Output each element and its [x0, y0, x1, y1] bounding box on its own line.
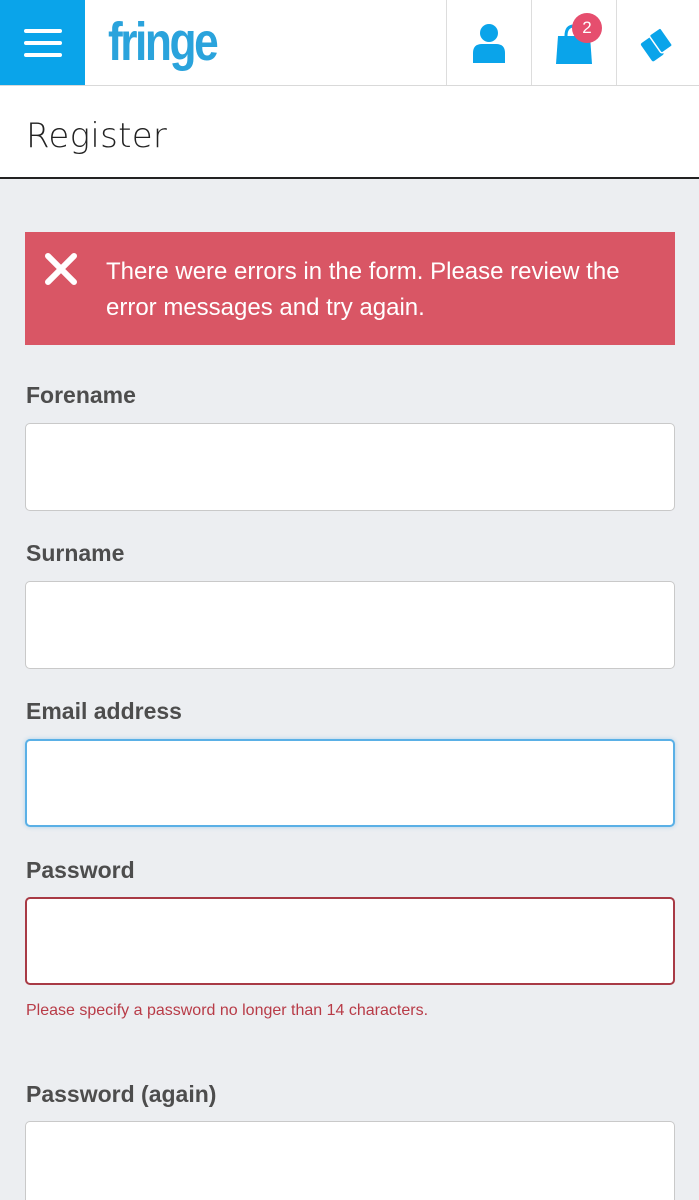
basket-button[interactable] [531, 0, 615, 85]
password-error-message: Please specify a password no longer than… [26, 1002, 429, 1019]
password-again-label: Password (again) [26, 1081, 217, 1107]
surname-input[interactable] [25, 581, 675, 669]
menu-button[interactable] [0, 0, 85, 85]
tickets-icon [640, 26, 673, 61]
email-input[interactable] [25, 739, 675, 827]
site-header: fringe 2 [0, 0, 699, 86]
hamburger-menu-icon [23, 28, 62, 57]
forename-label: Forename [26, 382, 136, 408]
fringe-logo[interactable]: fringe [108, 10, 240, 74]
forename-input[interactable] [25, 423, 675, 511]
close-x-icon [45, 253, 77, 285]
password-input[interactable] [25, 897, 675, 985]
password-label: Password [26, 857, 135, 883]
tickets-button[interactable] [616, 0, 699, 85]
account-button[interactable] [446, 0, 530, 85]
user-icon [472, 23, 505, 63]
alert-message: There were errors in the form. Please re… [106, 258, 620, 321]
basket-count-badge: 2 [572, 13, 602, 43]
email-label: Email address [26, 698, 182, 724]
page-title: Register [26, 116, 168, 156]
logo-text: fringe [108, 12, 219, 72]
surname-label: Surname [26, 540, 125, 566]
password-again-input[interactable] [25, 1121, 675, 1200]
error-alert: There were errors in the form. Please re… [25, 232, 675, 345]
